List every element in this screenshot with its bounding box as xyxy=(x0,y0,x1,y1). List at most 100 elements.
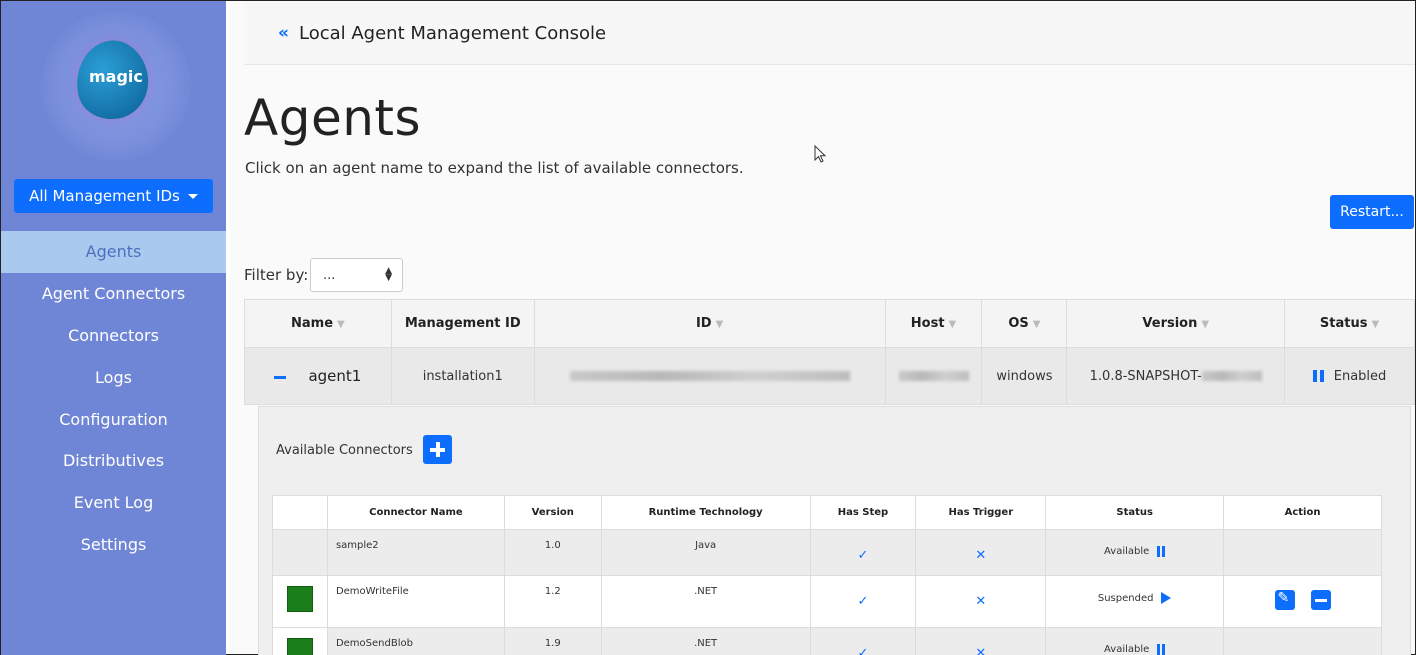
agent-id-redacted xyxy=(533,347,886,405)
mouse-cursor-icon xyxy=(814,145,827,163)
col-connector-name[interactable]: Connector Name xyxy=(326,495,505,530)
page-title: Agents xyxy=(244,89,422,147)
connector-icon-cell xyxy=(272,575,328,628)
sidebar-item-agent-connectors[interactable]: Agent Connectors xyxy=(1,273,226,315)
agents-table: Name ▼ Management ID ID ▼ Host ▼ OS ▼ Versio… xyxy=(244,299,1415,405)
redacted-id xyxy=(569,371,850,381)
connectors-panel: Available Connectors Connector Name Vers… xyxy=(258,406,1411,655)
sidebar-item-settings[interactable]: Settings xyxy=(1,524,226,566)
col-id[interactable]: ID ▼ xyxy=(533,299,886,348)
col-name[interactable]: Name ▼ xyxy=(244,299,392,348)
cross-icon: ✕ xyxy=(975,548,987,563)
check-icon: ✓ xyxy=(857,646,869,655)
agent-status: Enabled xyxy=(1284,347,1415,405)
sidebar: magic All Management IDs Agents Agent Co… xyxy=(1,1,226,655)
management-ids-label: All Management IDs xyxy=(29,187,180,205)
agent-host-redacted xyxy=(884,347,983,405)
has-trigger-cell: ✕ xyxy=(915,529,1047,576)
logo-text: magic xyxy=(89,67,143,86)
redacted-version xyxy=(1201,371,1262,381)
pause-icon[interactable] xyxy=(1312,370,1324,382)
agent-os: windows xyxy=(981,347,1068,405)
has-step-cell: ✓ xyxy=(809,529,917,576)
play-icon[interactable] xyxy=(1161,592,1172,604)
available-connectors-label: Available Connectors xyxy=(276,443,413,458)
sidebar-item-event-log[interactable]: Event Log xyxy=(1,482,226,524)
logo-halo: magic xyxy=(41,11,191,161)
sidebar-item-agents[interactable]: Agents xyxy=(1,231,226,273)
connector-version: 1.0 xyxy=(503,529,602,576)
connector-name[interactable]: sample2 xyxy=(326,529,505,576)
col-version[interactable]: Version ▼ xyxy=(1066,299,1286,348)
sort-icon: ▼ xyxy=(715,319,724,330)
edit-button[interactable] xyxy=(1274,590,1295,610)
col-status[interactable]: Status ▼ xyxy=(1284,299,1415,348)
collapse-minus-icon[interactable] xyxy=(274,376,287,379)
sort-icon: ▼ xyxy=(337,319,345,330)
action-cell xyxy=(1223,529,1382,576)
sort-icon: ▼ xyxy=(1201,319,1210,330)
action-cell xyxy=(1223,627,1382,655)
sort-icon: ▼ xyxy=(1371,319,1380,330)
restart-button[interactable]: Restart... xyxy=(1330,195,1414,229)
action-cell xyxy=(1223,575,1382,628)
connector-icon xyxy=(286,586,313,612)
col-has-step[interactable]: Has Step xyxy=(809,495,917,530)
redacted-host xyxy=(898,371,969,381)
connector-icon-cell xyxy=(272,627,328,655)
select-arrows-icon: ▲ ▼ xyxy=(385,266,392,283)
sidebar-item-connectors[interactable]: Connectors xyxy=(1,315,226,357)
sidebar-item-configuration[interactable]: Configuration xyxy=(1,398,226,440)
cross-icon: ✕ xyxy=(975,594,987,609)
connectors-table-header: Connector Name Version Runtime Technolog… xyxy=(272,495,1382,530)
has-step-cell: ✓ xyxy=(809,575,917,628)
table-row[interactable]: DemoSendBlob 1.9 .NET ✓ ✕ Available xyxy=(272,627,1382,655)
connector-icon-cell xyxy=(272,529,328,576)
has-trigger-cell: ✕ xyxy=(915,627,1047,655)
connector-status: Suspended xyxy=(1045,575,1225,628)
filter-select[interactable]: ... ▲ ▼ xyxy=(310,258,403,292)
pause-icon[interactable] xyxy=(1157,644,1166,655)
connector-status: Available xyxy=(1045,529,1225,576)
agents-table-header: Name ▼ Management ID ID ▼ Host ▼ OS ▼ Versio… xyxy=(244,299,1415,348)
col-connector-status[interactable]: Status xyxy=(1045,495,1225,530)
collapse-sidebar-icon[interactable]: « xyxy=(278,23,289,43)
agent-version: 1.0.8-SNAPSHOT- xyxy=(1066,347,1286,405)
col-has-trigger[interactable]: Has Trigger xyxy=(915,495,1047,530)
management-ids-dropdown[interactable]: All Management IDs xyxy=(14,179,213,213)
agent-name-cell[interactable]: agent1 xyxy=(244,347,392,405)
has-trigger-cell: ✕ xyxy=(915,575,1047,628)
pause-icon[interactable] xyxy=(1157,546,1166,557)
connector-name[interactable]: DemoSendBlob xyxy=(326,627,505,655)
sort-icon: ▼ xyxy=(948,319,957,330)
console-title: Local Agent Management Console xyxy=(298,22,607,44)
connector-version: 1.9 xyxy=(503,627,602,655)
connectors-table: Connector Name Version Runtime Technolog… xyxy=(272,495,1382,655)
cross-icon: ✕ xyxy=(975,646,987,655)
caret-down-icon xyxy=(187,193,198,199)
connector-runtime: Java xyxy=(600,529,811,576)
col-host[interactable]: Host ▼ xyxy=(884,299,983,348)
check-icon: ✓ xyxy=(857,594,869,609)
sidebar-nav: Agents Agent Connectors Connectors Logs … xyxy=(1,231,226,565)
sidebar-item-distributives[interactable]: Distributives xyxy=(1,440,226,482)
sort-icon: ▼ xyxy=(1032,319,1041,330)
col-management-id[interactable]: Management ID xyxy=(390,299,535,348)
connector-name[interactable]: DemoWriteFile xyxy=(326,575,505,628)
add-connector-button[interactable] xyxy=(423,435,452,464)
filter-select-value: ... xyxy=(323,267,336,283)
col-connector-version[interactable]: Version xyxy=(503,495,602,530)
table-row[interactable]: sample2 1.0 Java ✓ ✕ Available xyxy=(272,529,1382,576)
connector-runtime: .NET xyxy=(600,575,811,628)
table-row[interactable]: agent1 installation1 windows 1.0.8-SNAPS… xyxy=(244,347,1415,405)
col-icon xyxy=(272,495,328,530)
col-os[interactable]: OS ▼ xyxy=(981,299,1068,348)
check-icon: ✓ xyxy=(857,548,869,563)
col-action: Action xyxy=(1223,495,1382,530)
sidebar-item-logs[interactable]: Logs xyxy=(1,356,226,398)
col-runtime[interactable]: Runtime Technology xyxy=(600,495,811,530)
table-row[interactable]: DemoWriteFile 1.2 .NET ✓ ✕ Suspended xyxy=(272,575,1382,628)
top-bar: « Local Agent Management Console xyxy=(244,2,1415,65)
remove-button[interactable] xyxy=(1310,590,1331,610)
page-subtitle: Click on an agent name to expand the lis… xyxy=(245,159,744,177)
